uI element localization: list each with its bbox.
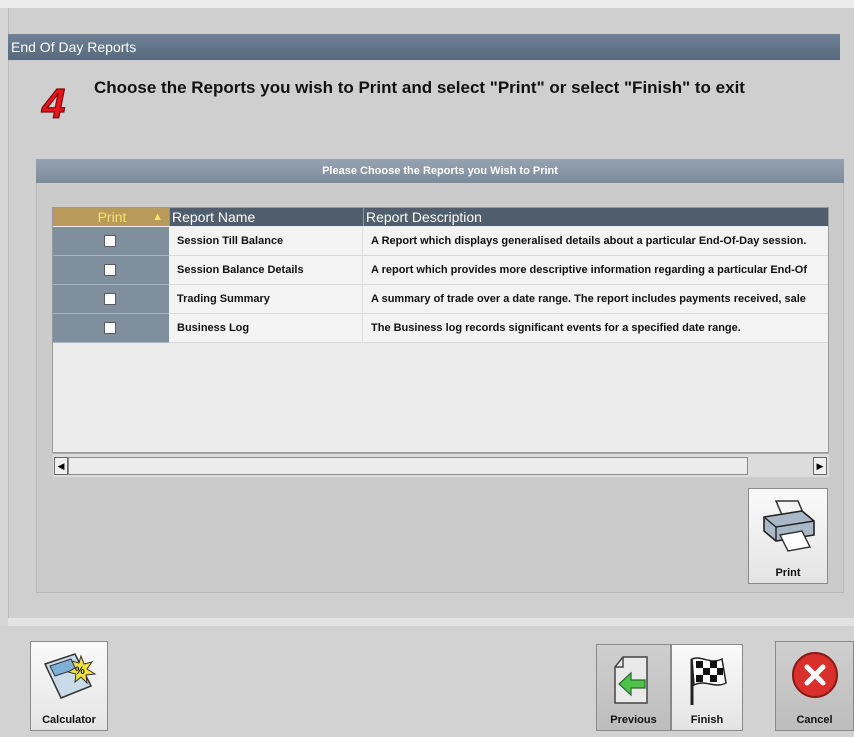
report-name: Session Balance Details [169, 256, 363, 285]
cancel-button-label: Cancel [796, 714, 833, 726]
finish-button-label: Finish [690, 714, 724, 726]
table-row[interactable]: Session Balance Details A report which p… [53, 256, 828, 285]
cancel-button[interactable]: Cancel [775, 641, 854, 731]
print-button[interactable]: Print [748, 488, 828, 584]
report-name: Session Till Balance [169, 227, 363, 256]
report-checkbox[interactable] [104, 293, 116, 305]
svg-text:4: 4 [41, 82, 65, 122]
scrollbar-thumb[interactable] [68, 457, 748, 475]
report-description: A Report which displays generalised deta… [363, 227, 828, 256]
report-checkbox[interactable] [104, 264, 116, 276]
report-name: Trading Summary [169, 285, 363, 314]
table-row[interactable]: Business Log The Business log records si… [53, 314, 828, 343]
calculator-button-label: Calculator [42, 714, 96, 726]
report-checkbox[interactable] [104, 322, 116, 334]
sort-ascending-icon: ▲ [152, 211, 163, 223]
top-strip [0, 0, 854, 8]
horizontal-scrollbar[interactable]: ◀ ▶ [53, 453, 829, 477]
panel-header: Please Choose the Reports you Wish to Pr… [36, 159, 844, 183]
scroll-left-icon[interactable]: ◀ [54, 457, 68, 475]
checkered-flag-icon [690, 657, 727, 705]
scroll-right-icon[interactable]: ▶ [813, 457, 827, 475]
report-name: Business Log [169, 314, 363, 343]
calculator-icon: % [43, 653, 97, 699]
report-description: A report which provides more descriptive… [363, 256, 828, 285]
calculator-button[interactable]: % Calculator [30, 641, 108, 731]
report-checkbox[interactable] [104, 235, 116, 247]
previous-button[interactable]: Previous [596, 644, 671, 731]
window-title: End Of Day Reports [11, 39, 137, 55]
table-row[interactable]: Session Till Balance A Report which disp… [53, 227, 828, 256]
column-header-report-name[interactable]: Report Name [169, 208, 363, 226]
close-icon [791, 652, 838, 698]
column-header-print[interactable]: Print ▲ [53, 208, 169, 226]
print-button-label: Print [775, 567, 801, 579]
bottom-separator [8, 618, 854, 626]
svg-text:%: % [75, 665, 85, 677]
table-row[interactable]: Trading Summary A summary of trade over … [53, 285, 828, 314]
column-header-report-description[interactable]: Report Description [363, 208, 828, 226]
printer-icon [763, 500, 815, 552]
report-description: The Business log records significant eve… [363, 314, 828, 343]
report-description: A summary of trade over a date range. Th… [363, 285, 828, 314]
finish-button[interactable]: Finish [671, 644, 743, 731]
window-title-bar: End Of Day Reports [8, 34, 840, 60]
previous-button-label: Previous [610, 714, 657, 726]
step-instruction: Choose the Reports you wish to Print and… [94, 78, 745, 97]
step-number-icon: 4 [40, 82, 66, 122]
back-arrow-icon [613, 656, 648, 704]
